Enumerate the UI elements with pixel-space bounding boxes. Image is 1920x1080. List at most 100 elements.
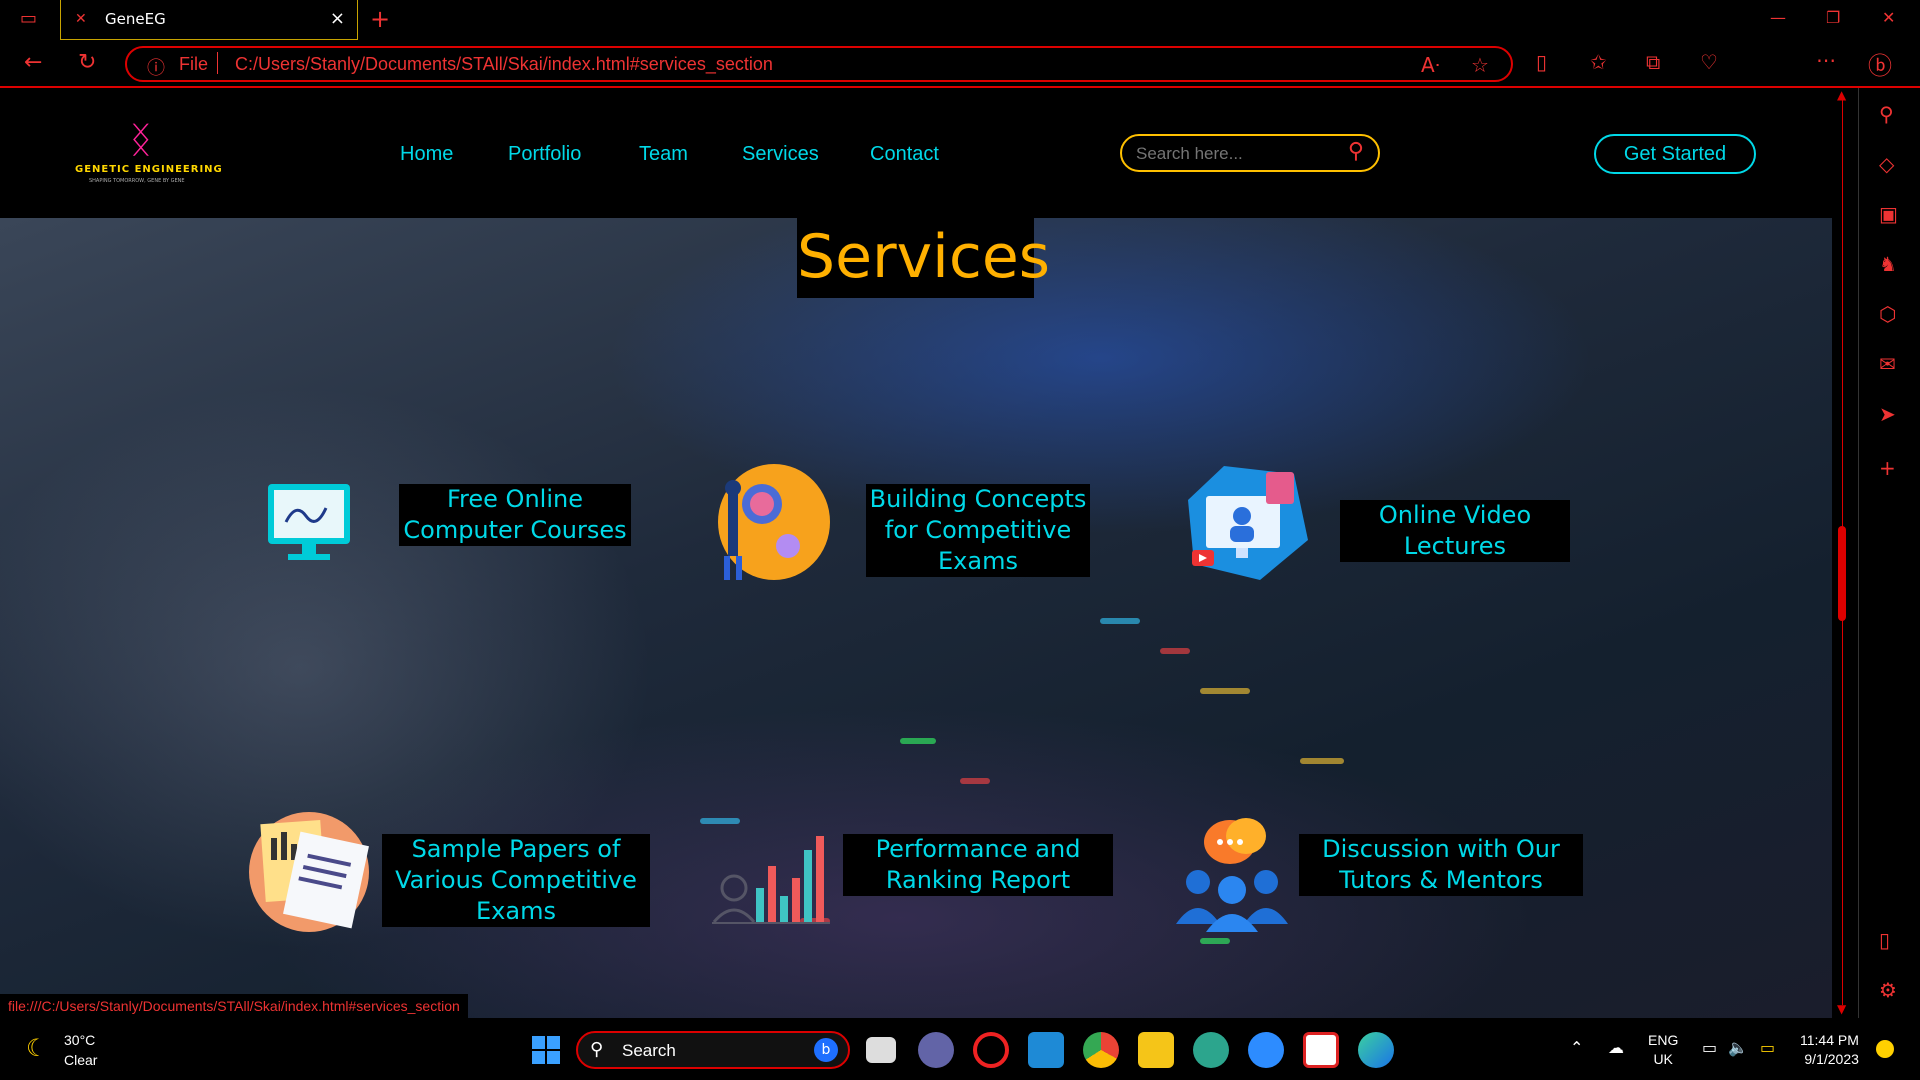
page-scrollbar[interactable]: ▲ ▼ — [1832, 88, 1858, 1018]
favicon-icon: ✕ — [75, 11, 87, 27]
nav-services[interactable]: Services — [742, 143, 819, 166]
nav-portfolio[interactable]: Portfolio — [508, 143, 581, 166]
brain-concept-icon — [718, 464, 830, 580]
dna-logo-icon: ᛝ — [130, 120, 152, 161]
scroll-thumb[interactable] — [1838, 526, 1846, 621]
taskbar-search-label: Search — [622, 1041, 676, 1060]
windows-taskbar: ☾ 30°C Clear ⚲ Search b ⌃ ☁ ENG UK ▭ 🔈 ▭… — [0, 1020, 1920, 1080]
more-options-icon[interactable]: ⋯ — [1816, 48, 1836, 72]
tab-actions-icon[interactable]: ▭ — [20, 8, 37, 29]
outlook-icon[interactable]: ✉ — [1879, 352, 1896, 376]
get-started-button[interactable]: Get Started — [1594, 134, 1756, 174]
clock-date: 9/1/2023 — [1804, 1051, 1859, 1067]
info-icon[interactable]: ⓘ — [147, 54, 165, 80]
search-icon: ⚲ — [590, 1039, 604, 1060]
video-lecture-icon — [1188, 466, 1308, 580]
games-icon[interactable]: ♞ — [1879, 252, 1897, 276]
sample-papers-icon — [249, 812, 369, 932]
copilot-icon[interactable]: ⓑ — [1868, 46, 1892, 81]
sidebar-settings-icon[interactable]: ⚙ — [1879, 978, 1897, 1002]
read-aloud-icon[interactable]: Aᐧ — [1421, 53, 1440, 77]
bar-chart-icon — [712, 836, 830, 924]
site-search: ⚲ — [1120, 134, 1380, 172]
search-sidebar-icon[interactable]: ⚲ — [1879, 102, 1894, 126]
url-text[interactable]: C:/Users/Stanly/Documents/STAll/Skai/ind… — [235, 54, 773, 75]
moon-icon: ☾ — [26, 1034, 48, 1062]
search-icon[interactable]: ⚲ — [1348, 139, 1364, 164]
tools-briefcase-icon[interactable]: ▣ — [1879, 202, 1898, 226]
section-title: Services — [797, 218, 1050, 298]
lang-region: UK — [1653, 1051, 1673, 1067]
split-screen-icon[interactable]: ▯ — [1536, 50, 1547, 74]
scroll-down-arrow[interactable]: ▼ — [1837, 1002, 1846, 1016]
refresh-icon[interactable]: ↻ — [78, 50, 96, 75]
battery-icon[interactable]: ▭ — [1760, 1038, 1775, 1057]
send-icon[interactable]: ➤ — [1879, 402, 1896, 426]
file-explorer-icon[interactable] — [1138, 1032, 1174, 1068]
logo-name: GENETIC ENGINEERING — [75, 164, 223, 175]
new-tab-icon[interactable]: + — [370, 5, 390, 33]
service-label: Sample Papers of Various Competitive Exa… — [382, 834, 650, 927]
service-label: Online Video Lectures — [1340, 500, 1570, 562]
volume-icon[interactable]: 🔈 — [1728, 1038, 1748, 1057]
tab-close-icon[interactable]: × — [330, 8, 345, 29]
back-icon[interactable]: ← — [24, 50, 42, 75]
app-icon[interactable] — [1303, 1032, 1339, 1068]
language-indicator[interactable]: ENG UK — [1648, 1031, 1678, 1069]
nav-contact[interactable]: Contact — [870, 143, 939, 166]
browser-toolbar: ← ↻ ⓘ File C:/Users/Stanly/Documents/STA… — [0, 40, 1920, 118]
browser-tab[interactable]: ✕ GeneEG × — [60, 0, 358, 40]
browser-titlebar: ▭ ✕ GeneEG × + — ❐ ✕ — [0, 0, 1920, 40]
service-label: Free Online Computer Courses — [399, 484, 631, 546]
lang-code: ENG — [1648, 1032, 1679, 1048]
add-sidebar-icon[interactable]: + — [1879, 456, 1896, 480]
edge-sidebar: ⚲ ◇ ▣ ♞ ⬡ ✉ ➤ + ▯ ⚙ — [1858, 88, 1920, 1018]
close-window-icon[interactable]: ✕ — [1882, 8, 1895, 27]
shopping-tag-icon[interactable]: ◇ — [1879, 152, 1894, 176]
site-navbar: ᛝ GENETIC ENGINEERING SHAPING TOMORROW, … — [0, 90, 1832, 218]
chrome-icon[interactable] — [1083, 1032, 1119, 1068]
status-link-preview: file:///C:/Users/Stanly/Documents/STAll/… — [0, 994, 468, 1018]
minimize-icon[interactable]: — — [1770, 8, 1786, 27]
notification-icon[interactable] — [1876, 1040, 1894, 1058]
nav-home[interactable]: Home — [400, 143, 453, 166]
bing-icon[interactable]: b — [814, 1038, 838, 1062]
nav-team[interactable]: Team — [639, 143, 688, 166]
service-label: Discussion with Our Tutors & Mentors — [1299, 834, 1583, 896]
edge-dev-icon[interactable] — [1193, 1032, 1229, 1068]
teams-chat-icon[interactable] — [918, 1032, 954, 1068]
address-separator — [217, 52, 218, 74]
service-label: Performance and Ranking Report — [843, 834, 1113, 896]
service-label: Building Concepts for Competitive Exams — [866, 484, 1090, 577]
search-input[interactable] — [1134, 142, 1338, 166]
favorites-icon[interactable]: ✩ — [1590, 50, 1607, 74]
computer-monitor-icon — [268, 484, 350, 560]
web-page: ᛝ GENETIC ENGINEERING SHAPING TOMORROW, … — [0, 90, 1832, 1018]
zoom-icon[interactable] — [1248, 1032, 1284, 1068]
office-icon[interactable]: ⬡ — [1879, 302, 1896, 326]
vscode-icon[interactable] — [1028, 1032, 1064, 1068]
taskbar-search[interactable]: ⚲ Search b — [576, 1031, 850, 1069]
collections-icon[interactable]: ⧉ — [1646, 50, 1660, 74]
network-icon[interactable]: ▭ — [1702, 1038, 1717, 1057]
windows-start-icon[interactable] — [528, 1032, 564, 1068]
weather-temp: 30°C — [64, 1032, 96, 1048]
chevron-up-icon[interactable]: ⌃ — [1570, 1038, 1583, 1057]
edge-icon[interactable] — [1358, 1032, 1394, 1068]
address-bar[interactable]: ⓘ File C:/Users/Stanly/Documents/STAll/S… — [125, 46, 1513, 82]
discussion-group-icon — [1176, 818, 1288, 932]
favorite-star-icon[interactable]: ☆ — [1471, 53, 1489, 77]
logo-tagline: SHAPING TOMORROW, GENE BY GENE — [89, 178, 185, 184]
url-scheme: File — [179, 54, 209, 74]
health-icon[interactable]: ♡ — [1700, 50, 1718, 74]
hide-sidebar-icon[interactable]: ▯ — [1879, 928, 1890, 952]
onedrive-icon[interactable]: ☁ — [1608, 1038, 1624, 1057]
restore-icon[interactable]: ❐ — [1826, 8, 1840, 27]
site-logo[interactable]: ᛝ GENETIC ENGINEERING SHAPING TOMORROW, … — [75, 120, 225, 190]
clock-time: 11:44 PM — [1800, 1032, 1859, 1048]
system-clock[interactable]: 11:44 PM 9/1/2023 — [1800, 1031, 1859, 1069]
services-section: Services Free Online Computer Courses Bu… — [0, 218, 1832, 1018]
task-view-icon[interactable] — [866, 1037, 896, 1063]
weather-condition: Clear — [64, 1052, 98, 1068]
opera-icon[interactable] — [973, 1032, 1009, 1068]
